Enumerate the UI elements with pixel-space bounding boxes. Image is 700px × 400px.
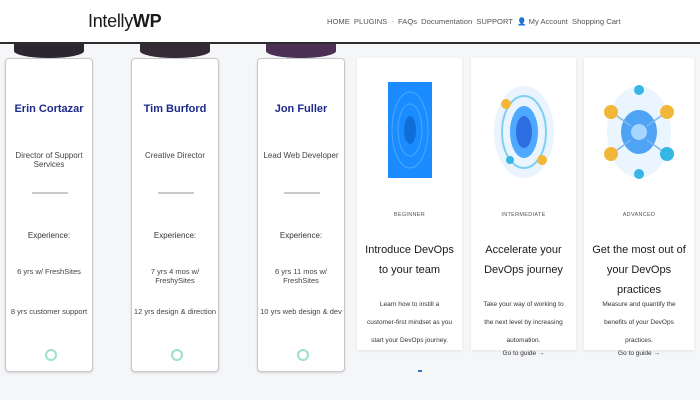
member-role: Creative Director: [144, 151, 205, 160]
guide-level: ADVANCED: [622, 212, 656, 218]
experience-label: Experience:: [279, 231, 323, 240]
carousel-indicator[interactable]: [418, 370, 422, 372]
member-photo: [14, 44, 84, 58]
divider: [284, 192, 320, 194]
devops-beginner-illustration: [387, 82, 432, 178]
site-logo[interactable]: IntellyWP: [88, 11, 162, 32]
experience-label: Experience:: [153, 231, 197, 240]
guide-title: Accelerate your DevOps journey: [484, 244, 563, 276]
nav-shopping-cart[interactable]: Shopping Cart: [572, 17, 621, 26]
guide-title: Get the most out of your DevOps practice…: [592, 244, 686, 296]
member-name: Jon Fuller: [274, 103, 328, 115]
experience-line: 8 yrs customer support: [10, 307, 88, 316]
member-role: Director of Support Services: [15, 151, 83, 169]
member-role: Lead Web Developer: [263, 151, 339, 160]
team-card-erin: Erin Cortazar Director of Support Servic…: [5, 58, 93, 372]
experience-line: 6 yrs w/ FreshSites: [17, 267, 81, 276]
nav-plugins[interactable]: PLUGINS: [354, 17, 387, 26]
go-to-guide-link[interactable]: Go to guide →: [584, 350, 694, 357]
guide-level: INTERMEDIATE: [501, 212, 546, 218]
team-card-tim: Tim Burford Creative Director Experience…: [131, 58, 219, 372]
guide-description: Take your way of working to the next lev…: [483, 301, 564, 344]
guide-description: Learn how to instill a customer-first mi…: [367, 301, 452, 344]
nav-support[interactable]: SUPPORT: [476, 17, 513, 26]
nav-my-account[interactable]: 👤 My Account: [517, 17, 568, 26]
divider: [32, 192, 68, 194]
main-nav: HOME PLUGINS - FAQs Documentation SUPPOR…: [327, 17, 623, 26]
nav-faqs[interactable]: FAQs: [398, 17, 417, 26]
nav-documentation[interactable]: Documentation: [421, 17, 472, 26]
member-photo: [140, 44, 210, 58]
member-name: Erin Cortazar: [14, 103, 84, 115]
experience-label: Experience:: [27, 231, 71, 240]
circle-icon: [171, 349, 183, 361]
experience-line: 7 yrs 4 mos w/ FreshySites: [150, 267, 200, 285]
guide-title: Introduce DevOps to your team: [365, 244, 454, 276]
experience-line: 10 yrs web design & dev: [260, 307, 342, 316]
devops-advanced-illustration: [604, 85, 674, 179]
guide-description: Measure and quantify the benefits of you…: [602, 301, 676, 344]
circle-icon: [45, 349, 57, 361]
member-photo: [266, 44, 336, 58]
guide-card-beginner[interactable]: BEGINNER Introduce DevOps to your team L…: [357, 58, 462, 350]
divider: [158, 192, 194, 194]
experience-line: 6 yrs 11 mos w/ FreshSites: [275, 267, 327, 285]
guide-level: BEGINNER: [393, 212, 426, 218]
circle-icon: [297, 349, 309, 361]
nav-separator: -: [391, 17, 394, 26]
go-to-guide-link[interactable]: Go to guide →: [471, 350, 576, 357]
top-navbar: IntellyWP HOME PLUGINS - FAQs Documentat…: [0, 0, 700, 44]
nav-home[interactable]: HOME: [327, 17, 350, 26]
guide-card-advanced[interactable]: ADVANCED Get the most out of your DevOps…: [584, 58, 694, 357]
experience-line: 12 yrs design & direction: [133, 307, 217, 316]
member-name: Tim Burford: [143, 103, 207, 115]
devops-intermediate-illustration: [493, 86, 554, 178]
team-card-jon: Jon Fuller Lead Web Developer Experience…: [257, 58, 345, 372]
guide-card-intermediate[interactable]: INTERMEDIATE Accelerate your DevOps jour…: [471, 58, 576, 357]
